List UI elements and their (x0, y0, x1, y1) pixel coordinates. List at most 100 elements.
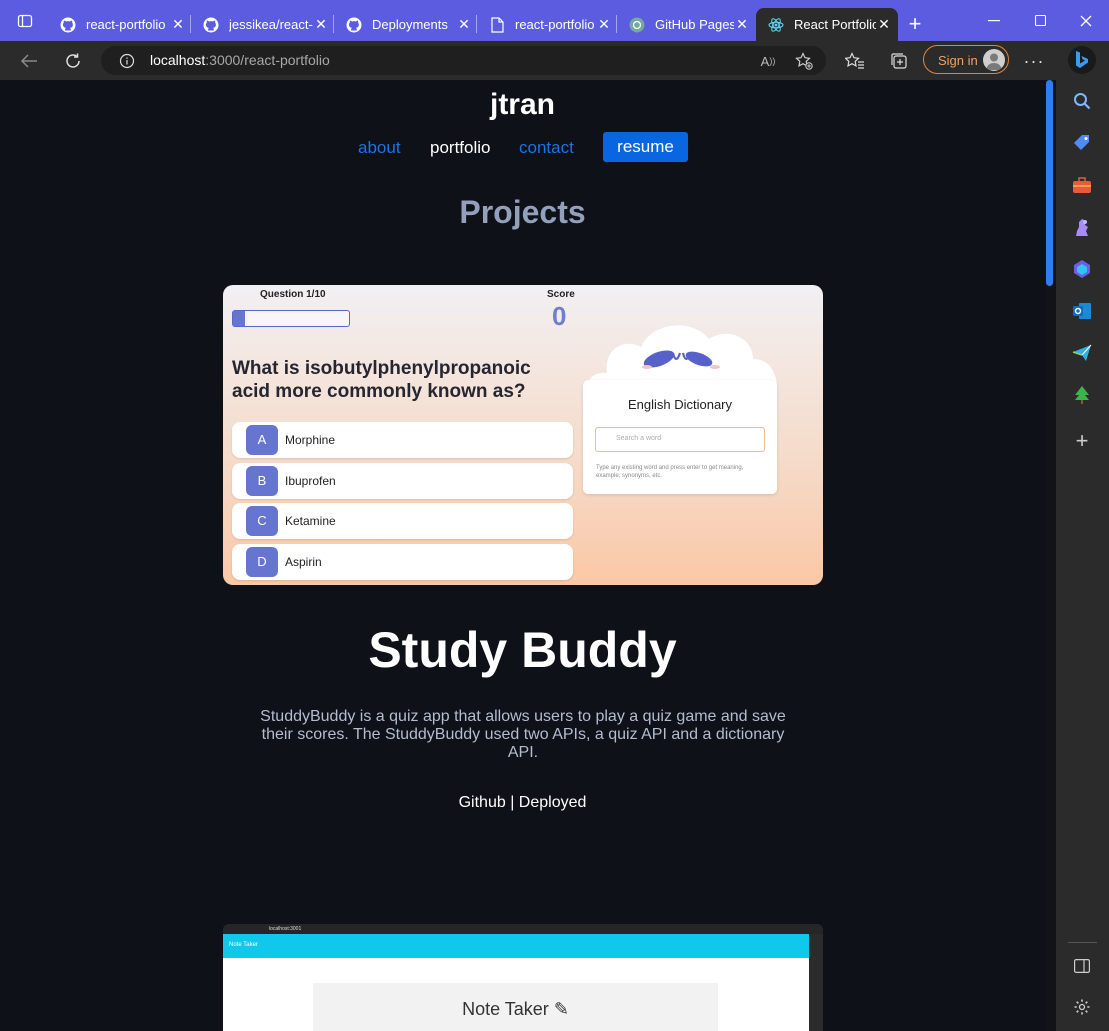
tab-github-pages[interactable]: GitHub Pages ✕ (617, 8, 756, 41)
browser-sidebar: + (1056, 80, 1109, 1031)
project-screenshot-study-buddy[interactable]: Question 1/10 Score 0 What is isobutylph… (223, 285, 823, 585)
quiz-progress-fill (233, 311, 245, 326)
pencil-note-icon: ✎ (553, 999, 569, 1019)
nav-contact-link[interactable]: contact (519, 138, 574, 158)
chatgpt-icon (629, 17, 645, 33)
add-favorite-icon[interactable] (792, 49, 816, 73)
tools-briefcase-icon[interactable] (1070, 173, 1094, 197)
option-text: Aspirin (285, 555, 322, 569)
deployed-link[interactable]: Deployed (519, 794, 587, 811)
read-aloud-icon[interactable]: A)) (756, 49, 780, 73)
sign-in-button[interactable]: Sign in (923, 45, 1009, 74)
outlook-icon[interactable] (1070, 299, 1094, 323)
tab-jessikea-react[interactable]: jessikea/react- ✕ (191, 8, 335, 41)
maximize-icon[interactable] (1017, 0, 1063, 41)
site-info-icon[interactable] (115, 49, 139, 73)
close-icon[interactable]: ✕ (596, 16, 612, 33)
tab-actions-icon[interactable] (13, 9, 37, 33)
tab-label: React Portfolio (794, 17, 876, 32)
close-icon[interactable]: ✕ (456, 16, 472, 33)
option-text: Morphine (285, 433, 336, 447)
address-bar[interactable]: localhost:3000/react-portfolio A)) (101, 46, 826, 75)
site-brand: jtran (489, 88, 555, 121)
screenshot-browser-chrome: localhost:3001 (223, 924, 823, 934)
option-letter: D (246, 547, 278, 577)
sign-in-label: Sign in (938, 53, 978, 68)
tab-deployments[interactable]: Deployments ✕ (334, 8, 478, 41)
microsoft-365-icon[interactable] (1070, 257, 1094, 281)
nav-about-link[interactable]: about (358, 138, 401, 158)
dictionary-help-text: Type any existing word and press enter t… (596, 465, 744, 479)
close-icon[interactable]: ✕ (734, 16, 750, 33)
note-taker-body: Note Taker ✎ (223, 958, 809, 1031)
hide-sidebar-icon[interactable] (1070, 954, 1094, 978)
quiz-option: C Ketamine (232, 503, 573, 539)
project-links: Github | Deployed (0, 794, 1045, 812)
send-drop-icon[interactable] (1070, 341, 1094, 365)
tab-react-portfolio-github[interactable]: react-portfolio ✕ (48, 8, 192, 41)
tab-label: jessikea/react- (229, 17, 313, 32)
github-icon (203, 17, 219, 33)
tree-icon[interactable] (1070, 383, 1094, 407)
dictionary-search-input: Search a word (595, 427, 765, 452)
tab-react-portfolio-active[interactable]: React Portfolio ✕ (756, 8, 898, 41)
project-description: StuddyBuddy is a quiz app that allows us… (260, 708, 786, 761)
score-value: 0 (552, 301, 567, 331)
page-content: jtran about portfolio contact resume Pro… (0, 80, 1045, 1031)
project-screenshot-note-taker[interactable]: localhost:3001 Note Taker Note Taker ✎ (223, 924, 823, 1031)
more-options-icon[interactable]: ··· (1022, 49, 1046, 73)
question-counter: Question 1/10 (260, 289, 326, 300)
shopping-tag-icon[interactable] (1070, 131, 1094, 155)
games-chess-icon[interactable] (1070, 215, 1094, 239)
tab-label: Deployments (372, 17, 448, 32)
link-separator: | (510, 794, 515, 811)
quiz-progress-bar (232, 310, 350, 327)
browser-toolbar: localhost:3000/react-portfolio A)) Sign … (0, 41, 1109, 80)
quiz-question: What is isobutylphenylpropanoic acid mor… (232, 358, 531, 402)
react-icon (768, 17, 784, 33)
dictionary-card: English Dictionary Search a word Type an… (583, 380, 777, 494)
dictionary-search-placeholder: Search a word (616, 435, 662, 442)
note-taker-title: Note Taker ✎ (462, 999, 569, 1019)
note-taker-card: Note Taker ✎ (313, 983, 718, 1031)
screenshot-url: localhost:3001 (269, 926, 302, 932)
nav-portfolio-link[interactable]: portfolio (430, 138, 490, 158)
note-taker-header-label: Note Taker (229, 942, 258, 948)
note-taker-header: Note Taker (223, 934, 809, 958)
refresh-icon[interactable] (61, 49, 85, 73)
option-text: Ketamine (285, 514, 336, 528)
option-text: Ibuprofen (285, 474, 336, 488)
screenshot-sidebar (809, 934, 823, 1031)
file-icon (489, 16, 505, 33)
search-icon[interactable] (1070, 89, 1094, 113)
section-heading: Projects (459, 194, 586, 230)
option-letter: B (246, 466, 278, 496)
resume-button[interactable]: resume (603, 132, 688, 162)
tab-react-portfolio-file[interactable]: react-portfolio ✕ (477, 8, 618, 41)
quiz-option: A Morphine (232, 422, 573, 458)
github-link[interactable]: Github (459, 794, 506, 811)
quiz-option: B Ibuprofen (232, 463, 573, 499)
new-tab-icon[interactable]: + (903, 11, 927, 36)
tab-label: react-portfolio (86, 17, 166, 32)
close-icon[interactable]: ✕ (170, 16, 186, 33)
close-icon[interactable]: ✕ (313, 16, 329, 33)
settings-gear-icon[interactable] (1070, 995, 1094, 1019)
add-icon[interactable]: + (1070, 428, 1094, 453)
bing-copilot-icon[interactable] (1068, 46, 1096, 74)
close-icon[interactable]: ✕ (876, 16, 892, 33)
close-window-icon[interactable] (1063, 0, 1109, 41)
favorites-icon[interactable] (843, 49, 867, 73)
minimize-icon[interactable] (971, 0, 1017, 41)
tab-label: GitHub Pages (655, 17, 734, 32)
collections-icon[interactable] (887, 49, 911, 73)
url-text: localhost:3000/react-portfolio (150, 52, 330, 68)
quiz-option: D Aspirin (232, 544, 573, 580)
browser-tab-bar: react-portfolio ✕ jessikea/react- ✕ Depl… (0, 0, 1109, 41)
github-icon (346, 17, 362, 33)
scrollbar-thumb[interactable] (1046, 80, 1053, 286)
dictionary-title: English Dictionary (627, 397, 733, 412)
back-icon[interactable] (17, 49, 41, 73)
score-label: Score (547, 289, 575, 300)
project-title: Study Buddy (368, 622, 677, 678)
